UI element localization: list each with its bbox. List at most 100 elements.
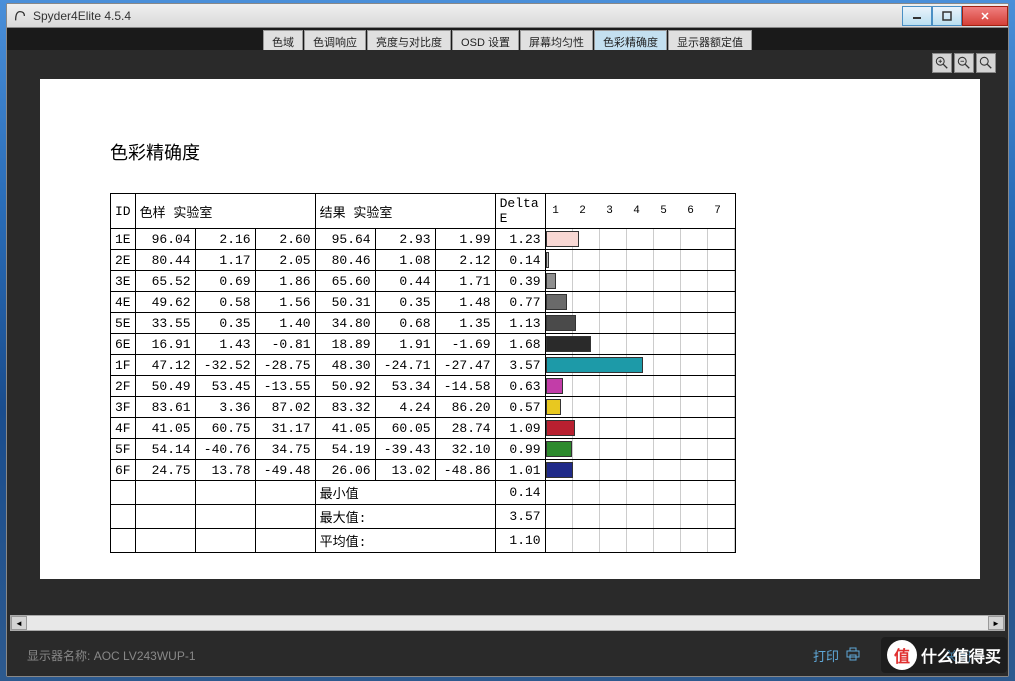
delta-e-val: 0.39 bbox=[495, 271, 545, 292]
result-val: 0.68 bbox=[375, 313, 435, 334]
tab-2[interactable]: 亮度与对比度 bbox=[367, 30, 451, 50]
sample-val: 2.16 bbox=[195, 229, 255, 250]
delta-e-val: 3.57 bbox=[495, 355, 545, 376]
table-row: 5F54.14-40.7634.7554.19-39.4332.100.99 bbox=[111, 439, 736, 460]
delta-e-val: 1.23 bbox=[495, 229, 545, 250]
result-val: 32.10 bbox=[435, 439, 495, 460]
result-val: 26.06 bbox=[315, 460, 375, 481]
zoom-toolbar bbox=[7, 50, 1008, 76]
stat-value: 0.14 bbox=[495, 481, 545, 505]
row-id: 6F bbox=[111, 460, 136, 481]
printer-icon bbox=[845, 647, 861, 664]
tab-3[interactable]: OSD 设置 bbox=[452, 30, 519, 50]
minimize-button[interactable] bbox=[902, 6, 932, 26]
sample-val: 1.43 bbox=[195, 334, 255, 355]
tab-4[interactable]: 屏幕均匀性 bbox=[520, 30, 593, 50]
bar-cell bbox=[545, 376, 735, 397]
col-delta-e: Delta E bbox=[495, 194, 545, 229]
window-title: Spyder4Elite 4.5.4 bbox=[33, 9, 902, 23]
sample-val: 83.61 bbox=[135, 397, 195, 418]
result-val: -24.71 bbox=[375, 355, 435, 376]
scroll-right-icon[interactable]: ► bbox=[988, 616, 1004, 630]
sample-val: 0.69 bbox=[195, 271, 255, 292]
display-value: AOC LV243WUP-1 bbox=[94, 649, 196, 663]
table-row: 5E33.550.351.4034.800.681.351.13 bbox=[111, 313, 736, 334]
tab-5[interactable]: 色彩精确度 bbox=[594, 30, 667, 50]
result-val: 41.05 bbox=[315, 418, 375, 439]
sample-val: 87.02 bbox=[255, 397, 315, 418]
sample-val: 24.75 bbox=[135, 460, 195, 481]
bar-cell bbox=[545, 313, 735, 334]
maximize-button[interactable] bbox=[932, 6, 962, 26]
delta-e-val: 0.77 bbox=[495, 292, 545, 313]
bar-cell bbox=[545, 292, 735, 313]
row-id: 5E bbox=[111, 313, 136, 334]
result-val: 95.64 bbox=[315, 229, 375, 250]
bar-cell bbox=[545, 460, 735, 481]
horizontal-scrollbar[interactable]: ◄ ► bbox=[10, 615, 1005, 631]
result-val: 65.60 bbox=[315, 271, 375, 292]
sample-val: 1.40 bbox=[255, 313, 315, 334]
sample-val: 60.75 bbox=[195, 418, 255, 439]
sample-val: 0.58 bbox=[195, 292, 255, 313]
result-val: 34.80 bbox=[315, 313, 375, 334]
result-val: 60.05 bbox=[375, 418, 435, 439]
titlebar[interactable]: Spyder4Elite 4.5.4 bbox=[7, 4, 1008, 28]
sample-val: 80.44 bbox=[135, 250, 195, 271]
tab-0[interactable]: 色域 bbox=[263, 30, 303, 50]
row-id: 1E bbox=[111, 229, 136, 250]
result-val: -14.58 bbox=[435, 376, 495, 397]
row-id: 5F bbox=[111, 439, 136, 460]
table-row: 3E65.520.691.8665.600.441.710.39 bbox=[111, 271, 736, 292]
scroll-left-icon[interactable]: ◄ bbox=[11, 616, 27, 630]
row-id: 2F bbox=[111, 376, 136, 397]
zoom-fit-icon[interactable] bbox=[976, 53, 996, 73]
delta-e-val: 1.68 bbox=[495, 334, 545, 355]
table-row: 4E49.620.581.5650.310.351.480.77 bbox=[111, 292, 736, 313]
delta-e-val: 0.14 bbox=[495, 250, 545, 271]
sample-val: -13.55 bbox=[255, 376, 315, 397]
result-val: 1.08 bbox=[375, 250, 435, 271]
result-val: -27.47 bbox=[435, 355, 495, 376]
bar-cell bbox=[545, 271, 735, 292]
close-button[interactable] bbox=[962, 6, 1008, 26]
tab-1[interactable]: 色调响应 bbox=[304, 30, 366, 50]
print-button[interactable]: 打印 bbox=[796, 641, 878, 670]
sample-val: 0.35 bbox=[195, 313, 255, 334]
sample-val: 34.75 bbox=[255, 439, 315, 460]
zoom-in-icon[interactable] bbox=[932, 53, 952, 73]
table-row: 1F47.12-32.52-28.7548.30-24.71-27.473.57 bbox=[111, 355, 736, 376]
col-id: ID bbox=[111, 194, 136, 229]
result-val: 1.71 bbox=[435, 271, 495, 292]
sample-val: 2.05 bbox=[255, 250, 315, 271]
result-val: 28.74 bbox=[435, 418, 495, 439]
document-viewport[interactable]: 色彩精确度 ID色样 实验室结果 实验室Delta E 1 2 3 4 5 6 … bbox=[10, 79, 1005, 615]
delta-e-val: 1.01 bbox=[495, 460, 545, 481]
row-id: 3E bbox=[111, 271, 136, 292]
result-val: -39.43 bbox=[375, 439, 435, 460]
sample-val: 33.55 bbox=[135, 313, 195, 334]
zoom-out-icon[interactable] bbox=[954, 53, 974, 73]
stat-label: 最小值 bbox=[315, 481, 495, 505]
result-val: 1.91 bbox=[375, 334, 435, 355]
sample-val: 31.17 bbox=[255, 418, 315, 439]
bar-cell bbox=[545, 250, 735, 271]
stat-row: 平均值:1.10 bbox=[111, 529, 736, 553]
sample-val: -0.81 bbox=[255, 334, 315, 355]
sample-val: 41.05 bbox=[135, 418, 195, 439]
result-val: 53.34 bbox=[375, 376, 435, 397]
result-val: 13.02 bbox=[375, 460, 435, 481]
sample-val: 2.60 bbox=[255, 229, 315, 250]
watermark-text: 什么值得买 bbox=[921, 643, 1001, 667]
stat-label: 最大值: bbox=[315, 505, 495, 529]
stat-label: 平均值: bbox=[315, 529, 495, 553]
sample-val: 49.62 bbox=[135, 292, 195, 313]
table-row: 6F24.7513.78-49.4826.0613.02-48.861.01 bbox=[111, 460, 736, 481]
bar-cell bbox=[545, 418, 735, 439]
tab-6[interactable]: 显示器额定值 bbox=[668, 30, 752, 50]
row-id: 3F bbox=[111, 397, 136, 418]
watermark-logo-icon: 值 bbox=[887, 640, 917, 670]
result-val: 80.46 bbox=[315, 250, 375, 271]
sample-val: 54.14 bbox=[135, 439, 195, 460]
col-scale: 1 2 3 4 5 6 7 bbox=[545, 194, 735, 229]
